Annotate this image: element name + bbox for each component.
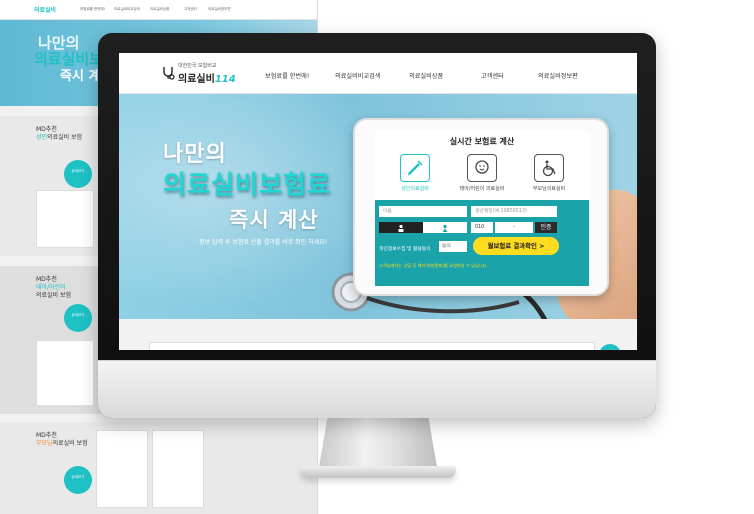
monitor-stand-base bbox=[300, 466, 456, 478]
calculator-form: 이름 생년월일(예:19850513) 010 - 인증 개인정보수집 및 활용… bbox=[375, 200, 589, 286]
bg-nav-item: 보험료를 한번에! bbox=[80, 7, 106, 11]
wheelchair-icon bbox=[542, 160, 556, 177]
hero-description: 정보 입력 후 보험료 산출 결과를 바로 확인 하세요! bbox=[199, 239, 328, 246]
option-parents[interactable]: 부모님의료실비 bbox=[519, 154, 579, 192]
mockup-stage: 의료실비 보험료를 한번에! 의료실비비교검색 의료실비상품 고객센터 의료실비… bbox=[0, 0, 754, 514]
hero-line3: 즉시 계산 bbox=[229, 208, 319, 232]
baby-icon bbox=[475, 160, 489, 174]
bg-section-title: MD추천 부모님의료실비 보험 bbox=[36, 432, 88, 447]
female-icon bbox=[442, 224, 448, 232]
bg-section-parents: MD추천 부모님의료실비 보험 상세보기 bbox=[0, 422, 317, 514]
male-icon bbox=[398, 224, 404, 232]
bg-nav-item: 의료실비정보편 bbox=[208, 7, 231, 11]
bg-section-title: MD추천 성인의료실비 보험 bbox=[36, 126, 83, 141]
tablet-frame: 실시간 보험료 계산 성인의료실비 태아/어린이 의료실비 부모님의료실비 이름… bbox=[353, 118, 609, 296]
calculator-title: 실시간 보험료 계산 bbox=[449, 137, 515, 146]
nav-info[interactable]: 의료실비정보편 bbox=[538, 71, 578, 80]
bg-product-card[interactable] bbox=[36, 340, 94, 406]
hero-line2: 의료실비보험료 bbox=[163, 170, 332, 199]
bg-product-card[interactable] bbox=[96, 430, 148, 508]
bg-detail-button[interactable]: 상세보기 bbox=[64, 466, 92, 494]
site-logo[interactable]: 대한민국 보험비교 의료실비114 bbox=[161, 62, 261, 88]
gender-male-toggle[interactable] bbox=[379, 222, 423, 233]
privacy-notice: 고객님께서는 상담 후 해지(회원탈퇴)를 요청하실 수 있습니다. bbox=[379, 263, 488, 268]
logo-tagline: 대한민국 보험비교 bbox=[178, 63, 217, 69]
auth-button[interactable]: 인증 bbox=[535, 222, 557, 233]
site-header: 대한민국 보험비교 의료실비114 보험료를 한번에! 의료실비비교검색 의료실… bbox=[119, 53, 637, 94]
bg-product-card[interactable] bbox=[36, 190, 94, 248]
option-child[interactable]: 태아/어린이 의료실비 bbox=[452, 154, 512, 192]
bg-detail-button[interactable]: 상세보기 bbox=[64, 304, 92, 332]
bg-product-card[interactable] bbox=[152, 430, 204, 508]
nav-customer-center[interactable]: 고객센터 bbox=[481, 71, 504, 80]
bg-detail-button[interactable]: 상세보기 bbox=[64, 160, 92, 188]
content-card bbox=[149, 342, 595, 350]
nav-products[interactable]: 의료실비상품 bbox=[409, 71, 443, 80]
gender-female-toggle[interactable] bbox=[423, 222, 467, 233]
phone-prefix-select[interactable]: 010 bbox=[471, 222, 493, 233]
bg-nav-item: 의료실비상품 bbox=[150, 7, 170, 11]
agree-select[interactable]: 동의 bbox=[439, 241, 467, 252]
bg-nav-item: 의료실비비교검색 bbox=[114, 7, 140, 11]
bg-nav-item: 고객센터 bbox=[184, 7, 197, 11]
result-check-button[interactable]: 월보험료 결과확인 > bbox=[473, 237, 559, 255]
phone-number-input[interactable]: - bbox=[495, 222, 533, 233]
bg-hero-line3: 즉시 계 bbox=[60, 69, 101, 84]
option-adult[interactable]: 성인의료실비 bbox=[385, 154, 445, 192]
hero-line1: 나만의 bbox=[163, 142, 227, 167]
below-hero-area bbox=[119, 319, 637, 350]
stethoscope-logo-icon bbox=[161, 66, 175, 84]
consent-label: 개인정보수집 및 활용동의 bbox=[379, 247, 431, 252]
monitor-screen: 대한민국 보험비교 의료실비114 보험료를 한번에! 의료실비비교검색 의료실… bbox=[119, 53, 637, 350]
syringe-icon bbox=[407, 160, 423, 176]
bg-section-title: MD추천 태아/어린이 의료실비 보험 bbox=[36, 276, 72, 299]
bg-header: 의료실비 보험료를 한번에! 의료실비비교검색 의료실비상품 고객센터 의료실비… bbox=[0, 0, 317, 20]
monitor-chin bbox=[98, 360, 656, 418]
premium-calculator: 실시간 보험료 계산 성인의료실비 태아/어린이 의료실비 부모님의료실비 이름… bbox=[375, 130, 589, 286]
nav-compare-all[interactable]: 보험료를 한번에! bbox=[265, 71, 309, 80]
name-input[interactable]: 이름 bbox=[379, 206, 467, 217]
logo-text: 의료실비114 bbox=[178, 74, 236, 85]
monitor-stand-neck bbox=[318, 417, 438, 473]
floating-button[interactable] bbox=[599, 344, 621, 350]
nav-search[interactable]: 의료실비비교검색 bbox=[335, 71, 381, 80]
bg-logo: 의료실비 bbox=[34, 7, 57, 14]
hero-banner: 나만의 의료실비보험료 즉시 계산 정보 입력 후 보험료 산출 결과를 바로 … bbox=[119, 94, 637, 319]
birth-input[interactable]: 생년월일(예:19850513) bbox=[471, 206, 557, 217]
